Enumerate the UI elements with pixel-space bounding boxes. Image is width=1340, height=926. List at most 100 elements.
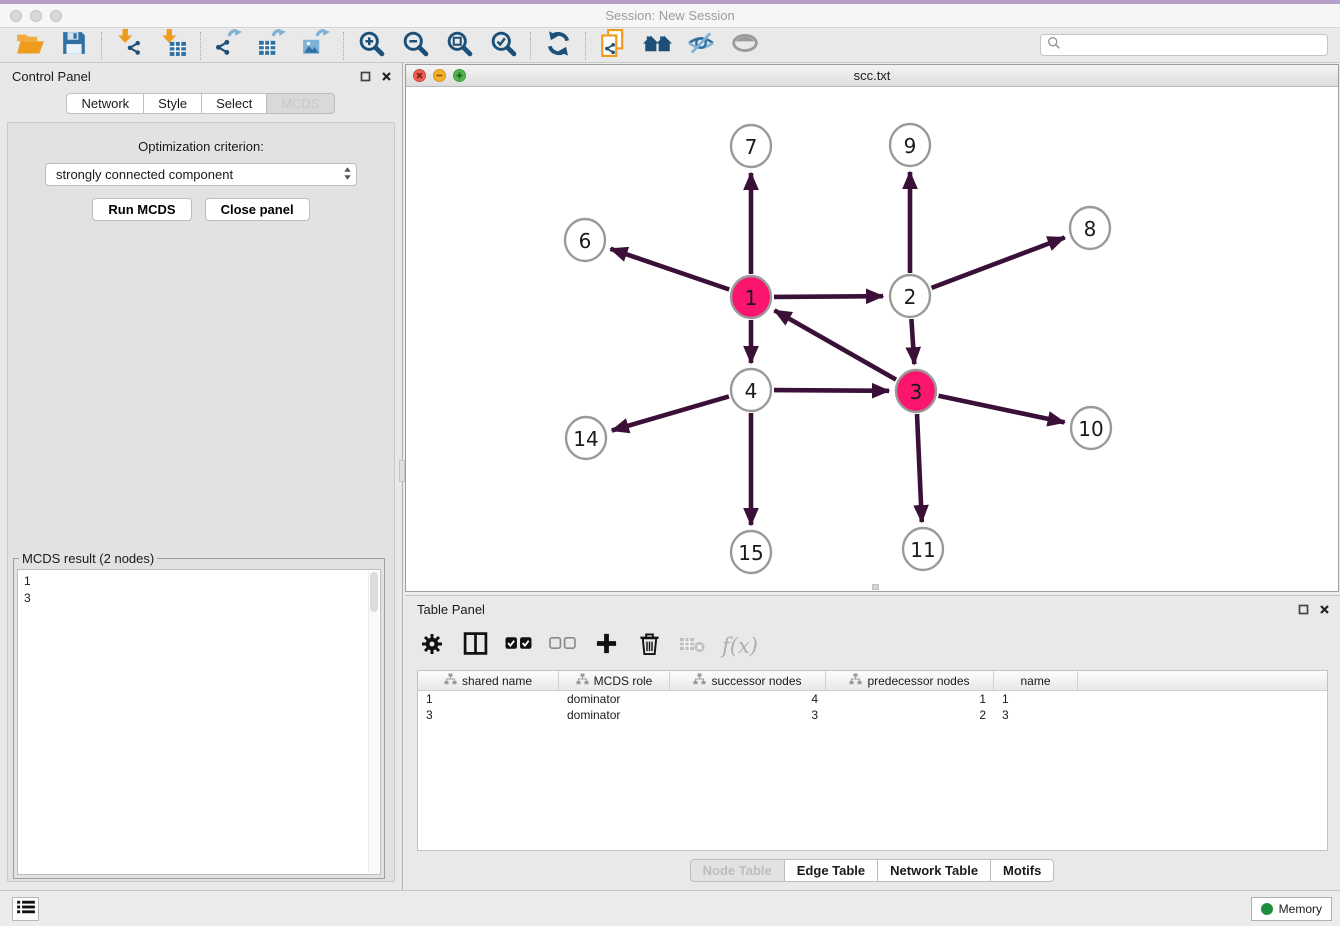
mcds-result-textarea[interactable]: 13 [17, 569, 381, 875]
node-4[interactable]: 4 [731, 369, 771, 411]
network-window-title: scc.txt [406, 68, 1338, 83]
column-header-name[interactable]: name [994, 671, 1078, 690]
table-cell[interactable]: 4 [670, 691, 826, 707]
table-row[interactable]: 3dominator323 [418, 707, 1327, 723]
edge-3-10[interactable] [939, 396, 1065, 423]
tab-network[interactable]: Network [66, 93, 144, 114]
export-table-button[interactable] [250, 30, 294, 62]
table-settings-button[interactable] [419, 632, 445, 660]
tab-node-table[interactable]: Node Table [690, 859, 785, 882]
table-cell[interactable]: dominator [559, 707, 670, 723]
result-scrollbar-thumb[interactable] [370, 572, 378, 612]
table-cell[interactable]: 1 [418, 691, 559, 707]
column-header-successor-nodes[interactable]: successor nodes [670, 671, 826, 690]
show-panels-button[interactable] [12, 897, 39, 921]
edge-4-14[interactable] [612, 396, 729, 430]
table-cell[interactable]: 1 [826, 691, 994, 707]
close-panel-button[interactable]: Close panel [205, 198, 310, 221]
network-resize-grip[interactable] [872, 584, 879, 590]
export-network-button[interactable] [206, 30, 250, 62]
edge-1-2[interactable] [774, 296, 883, 297]
table-cell[interactable]: dominator [559, 691, 670, 707]
node-7[interactable]: 7 [731, 125, 771, 167]
tab-motifs[interactable]: Motifs [990, 859, 1054, 882]
table-cell[interactable]: 3 [994, 707, 1078, 723]
edge-1-6[interactable] [611, 249, 730, 290]
node-14[interactable]: 14 [566, 417, 606, 459]
save-session-button[interactable] [52, 30, 96, 62]
delete-column-button[interactable] [636, 632, 662, 660]
svg-text:1: 1 [745, 286, 758, 310]
zoom-selected-button[interactable] [481, 30, 525, 62]
close-table-panel-icon[interactable] [1319, 604, 1330, 615]
table-cell[interactable]: 3 [670, 707, 826, 723]
float-panel-icon[interactable] [360, 71, 371, 82]
node-2[interactable]: 2 [890, 275, 930, 317]
column-header-predecessor-nodes[interactable]: predecessor nodes [826, 671, 994, 690]
show-graphics-details-button[interactable] [723, 30, 767, 62]
search-field[interactable] [1040, 34, 1328, 56]
close-panel-icon[interactable] [381, 71, 392, 82]
criterion-dropdown[interactable]: strongly connected component [45, 163, 357, 186]
zoom-fit-button[interactable] [437, 30, 481, 62]
column-header-shared-name[interactable]: shared name [418, 671, 559, 690]
svg-text:10: 10 [1078, 417, 1103, 441]
svg-text:11: 11 [910, 538, 935, 562]
node-table[interactable]: shared nameMCDS role successor nodes prede… [417, 670, 1328, 851]
network-graph[interactable]: 7 9 6 8 1 2 4 3 14 10 15 11 [406, 87, 1338, 591]
node-3[interactable]: 3 [896, 370, 936, 412]
search-input[interactable] [1065, 37, 1321, 53]
run-mcds-button[interactable]: Run MCDS [92, 198, 191, 221]
clone-network-button[interactable] [591, 30, 635, 62]
memory-button[interactable]: Memory [1251, 897, 1332, 921]
edge-3-1[interactable] [775, 310, 897, 379]
svg-text:4: 4 [745, 379, 758, 403]
tab-style[interactable]: Style [143, 93, 202, 114]
node-15[interactable]: 15 [731, 531, 771, 573]
add-column-button[interactable] [593, 632, 619, 660]
zoom-out-button[interactable] [393, 30, 437, 62]
split-panel-button[interactable] [462, 632, 488, 660]
node-1[interactable]: 1 [731, 276, 771, 318]
network-canvas[interactable]: 7 9 6 8 1 2 4 3 14 10 15 11 [406, 87, 1338, 591]
deselect-all-button[interactable] [549, 632, 576, 660]
export-image-button[interactable] [294, 30, 338, 62]
zoom-in-button[interactable] [349, 30, 393, 62]
column-label: successor nodes [711, 674, 801, 688]
edge-2-8[interactable] [932, 238, 1065, 288]
import-network-button[interactable] [107, 30, 151, 62]
edge-3-11[interactable] [917, 414, 922, 522]
tab-mcds[interactable]: MCDS [266, 93, 334, 114]
zoom-fit-icon [446, 30, 473, 62]
select-all-button[interactable] [505, 632, 532, 660]
network-window-titlebar[interactable]: scc.txt [406, 65, 1338, 87]
table-cell[interactable]: 1 [994, 691, 1078, 707]
node-8[interactable]: 8 [1070, 207, 1110, 249]
hide-graphics-details-icon [687, 31, 715, 60]
float-table-panel-icon[interactable] [1298, 604, 1309, 615]
edge-2-3[interactable] [911, 319, 914, 364]
refresh-layout-button[interactable] [536, 30, 580, 62]
first-neighbors-button[interactable] [635, 30, 679, 62]
deselect-all-icon [549, 636, 576, 656]
node-9[interactable]: 9 [890, 124, 930, 166]
tab-select[interactable]: Select [201, 93, 267, 114]
mcds-result-line: 1 [24, 573, 374, 590]
open-session-button[interactable] [8, 30, 52, 62]
list-icon [16, 899, 36, 920]
tab-network-table[interactable]: Network Table [877, 859, 991, 882]
column-header-MCDS-role[interactable]: MCDS role [559, 671, 670, 690]
table-cell[interactable]: 2 [826, 707, 994, 723]
hide-graphics-details-button[interactable] [679, 30, 723, 62]
add-column-icon [595, 632, 618, 660]
import-table-button[interactable] [151, 30, 195, 62]
edge-4-3[interactable] [774, 390, 889, 391]
node-11[interactable]: 11 [903, 528, 943, 570]
table-row[interactable]: 1dominator411 [418, 691, 1327, 707]
table-cell[interactable]: 3 [418, 707, 559, 723]
result-scrollbar[interactable] [368, 571, 379, 873]
tab-edge-table[interactable]: Edge Table [784, 859, 878, 882]
node-6[interactable]: 6 [565, 219, 605, 261]
node-10[interactable]: 10 [1071, 407, 1111, 449]
first-neighbors-icon [643, 32, 672, 60]
